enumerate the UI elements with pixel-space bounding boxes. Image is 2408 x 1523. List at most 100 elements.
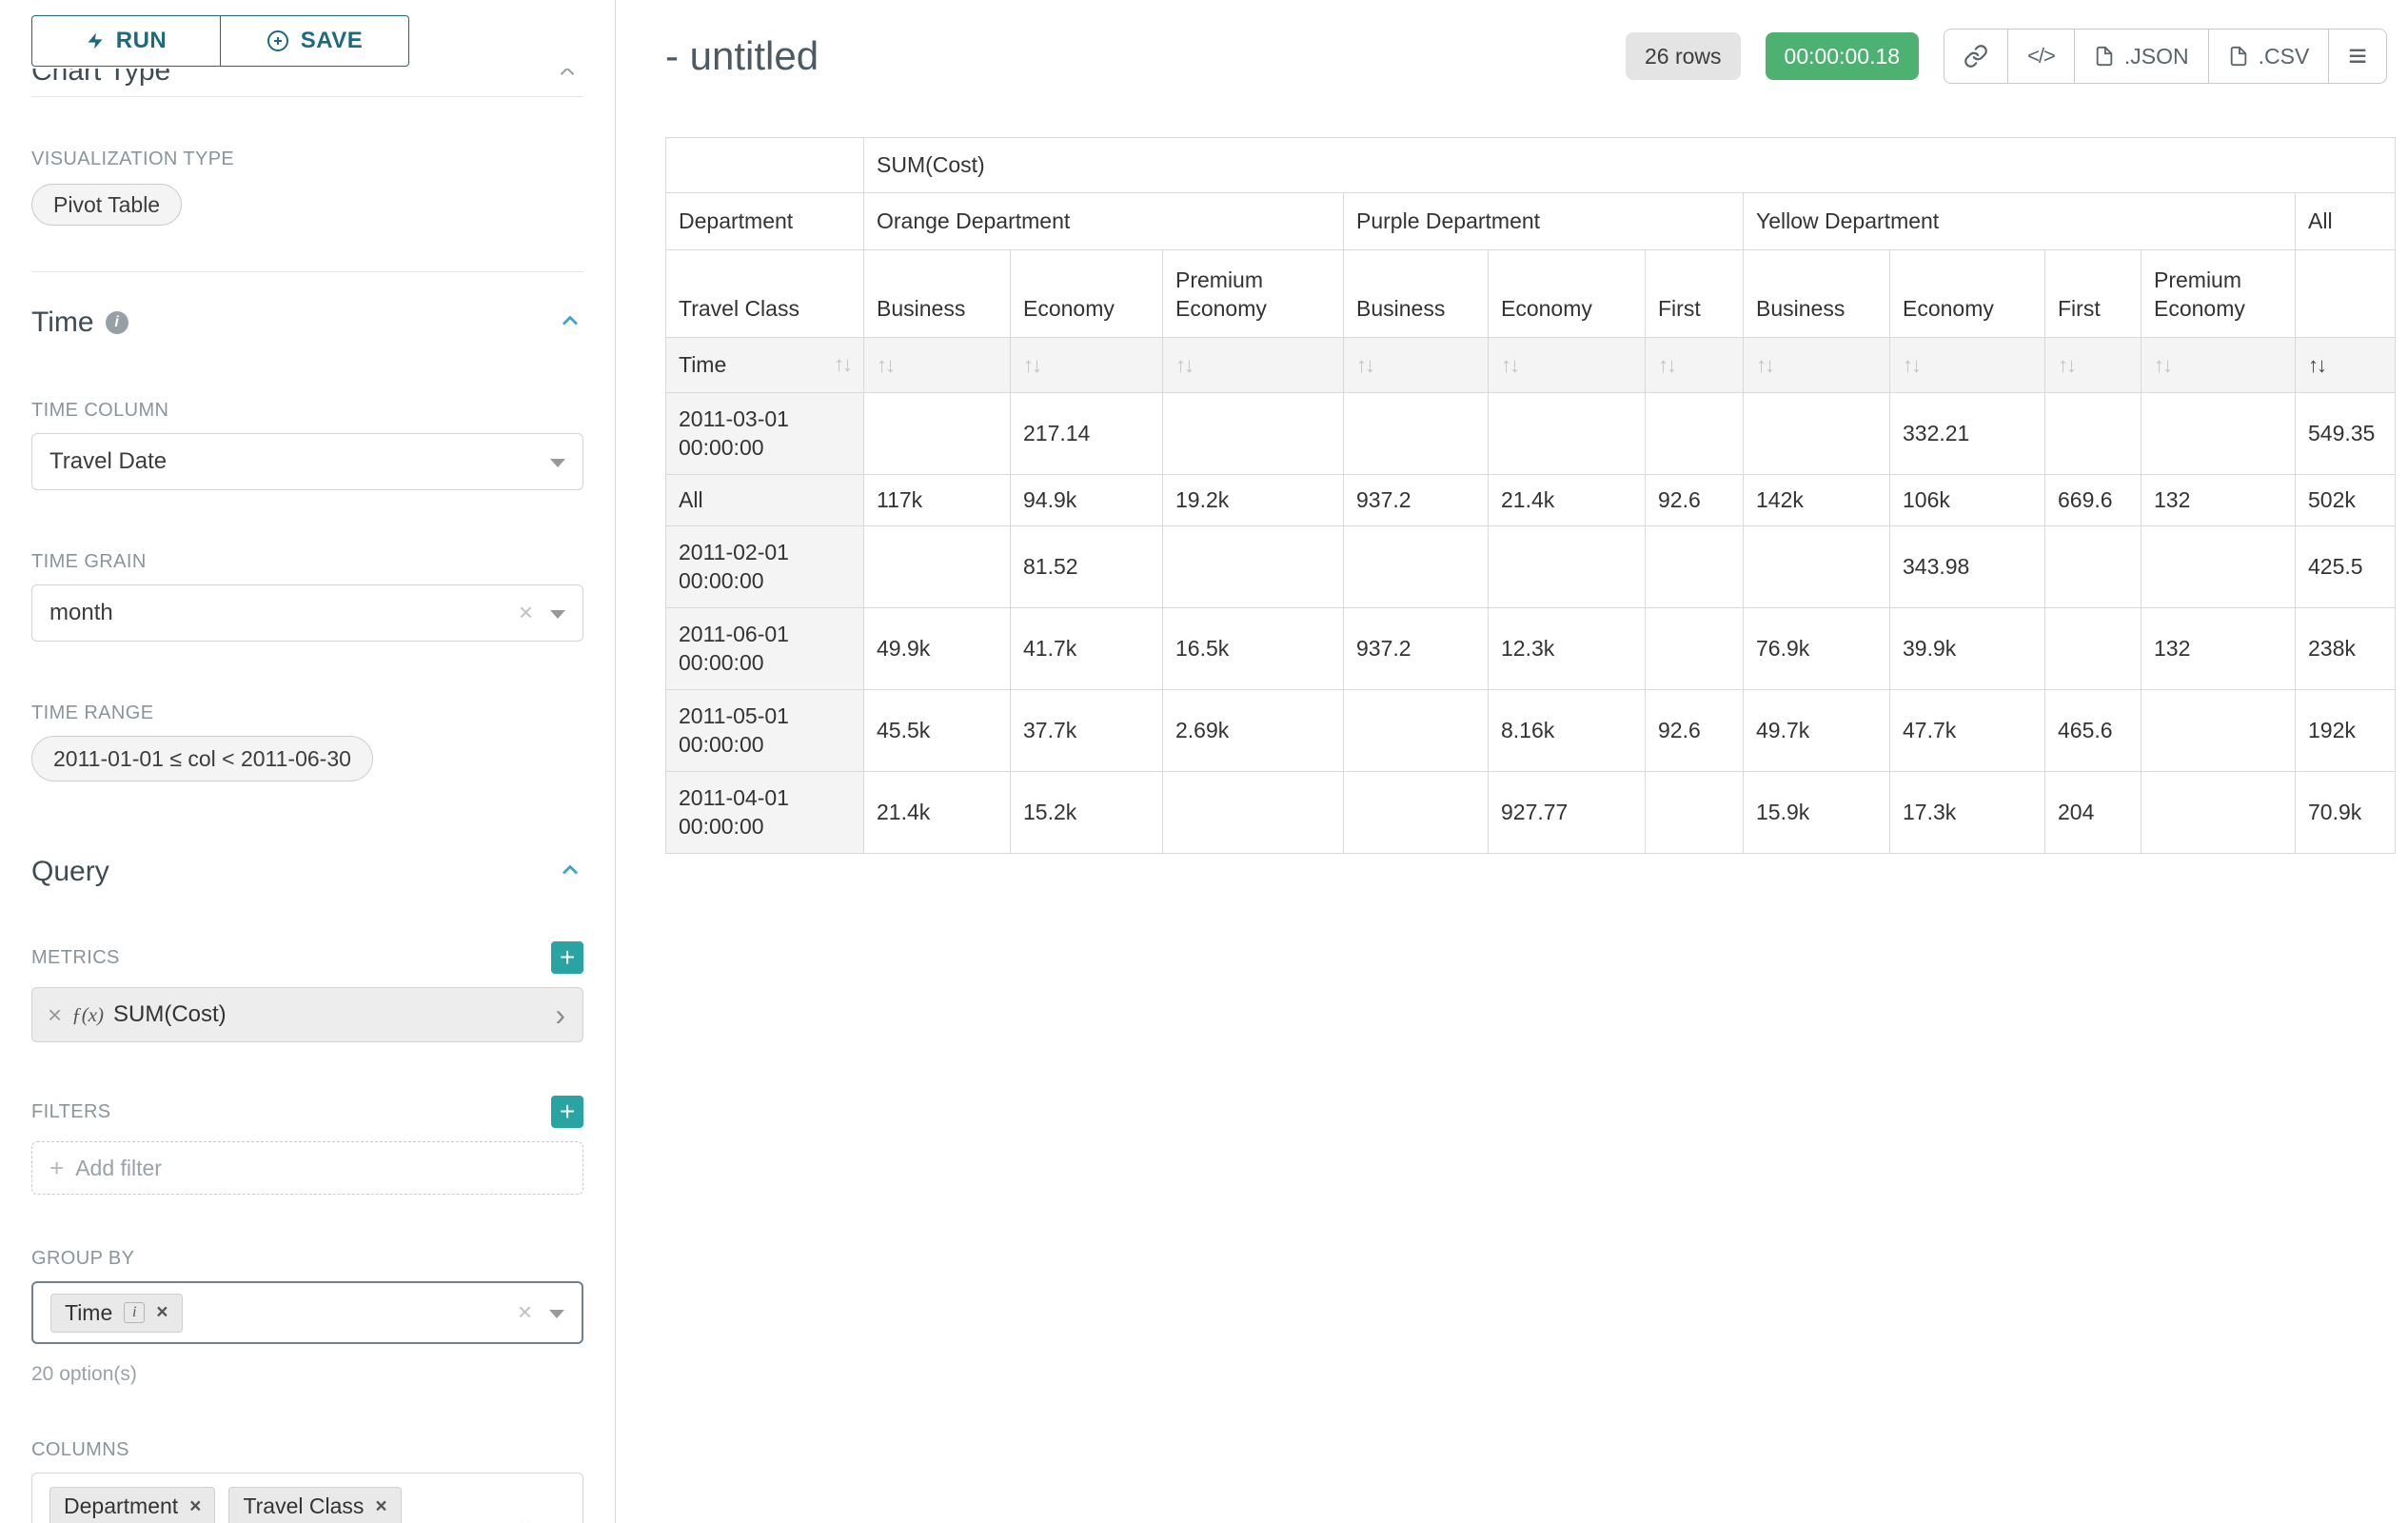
value-cell: 81.52 [1011,526,1163,608]
remove-metric-icon[interactable]: × [32,1000,71,1030]
columns-select[interactable]: Department × Travel Class × × [31,1473,583,1523]
clear-icon[interactable]: × [519,598,533,627]
value-cell [1489,393,1646,475]
value-cell [1163,526,1344,608]
sort-icon[interactable]: ↑↓ [1023,353,1040,377]
time-section-title: Time [31,307,94,339]
value-cell [2045,393,2142,475]
row-header-cell: 2011-05-01 00:00:00 [666,690,864,772]
travel-class-header: Economy [1890,250,2045,338]
chevron-right-icon[interactable]: › [538,998,582,1033]
chevron-up-icon[interactable] [557,857,583,888]
time-column-label: TIME COLUMN [31,400,583,422]
clear-icon[interactable]: × [518,1297,532,1327]
value-cell: 76.9k [1744,608,1890,690]
bolt-icon [86,30,105,52]
value-cell [1489,526,1646,608]
time-column-select[interactable]: Travel Date [31,433,583,490]
sort-icon[interactable]: ↑↓ [2308,353,2325,377]
collapse-chevron-icon[interactable] [555,69,580,89]
value-cell: 142k [1744,475,1890,526]
time-range-pill[interactable]: 2011-01-01 ≤ col < 2011-06-30 [31,736,373,781]
menu-button[interactable]: ≡ [2328,29,2387,84]
sort-icon[interactable]: ↑↓ [2058,353,2075,377]
value-cell [2142,772,2296,854]
query-timer-badge: 00:00:00.18 [1766,32,1920,80]
value-cell [1163,772,1344,854]
add-filter-label: Add filter [75,1156,162,1181]
value-cell: 8.16k [1489,690,1646,772]
columns-pill[interactable]: Travel Class × [228,1487,401,1523]
metric-label: SUM(Cost) [113,1001,227,1028]
chevron-up-icon[interactable] [557,307,583,339]
column-sort-cell: ↑↓ [1011,338,1163,393]
columns-pill[interactable]: Department × [49,1487,215,1523]
add-filter-button[interactable]: + [551,1096,583,1128]
sort-icon[interactable]: ↑↓ [1501,353,1518,377]
clear-icon[interactable]: × [519,1513,533,1523]
value-cell: 12.3k [1489,608,1646,690]
run-label: RUN [116,28,168,54]
time-grain-select[interactable]: month × [31,584,583,642]
column-sort-cell: ↑↓ [1163,338,1344,393]
value-cell: 2.69k [1163,690,1344,772]
group-by-value: Time [65,1300,112,1326]
sort-icon[interactable]: ↑↓ [1756,353,1773,377]
value-cell: 217.14 [1011,393,1163,475]
control-panel: RUN SAVE Chart Type VISUALIZATION TYPE P… [0,0,616,1523]
travel-class-header [2296,250,2396,338]
pivot-table: SUM(Cost)DepartmentOrange DepartmentPurp… [665,137,2396,854]
value-cell: 41.7k [1011,608,1163,690]
table-row: 2011-04-01 00:00:0021.4k15.2k927.7715.9k… [666,772,2396,854]
travel-class-header: Economy [1011,250,1163,338]
value-cell: 238k [2296,608,2396,690]
sort-icon[interactable]: ↑↓ [1658,353,1675,377]
metric-header-cell: SUM(Cost) [864,138,2396,193]
remove-tag-icon[interactable]: × [375,1495,386,1518]
save-button[interactable]: SAVE [220,15,409,67]
sort-icon[interactable]: ↑↓ [1356,353,1373,377]
sort-icon[interactable]: ↑↓ [1175,353,1193,377]
chevron-down-icon [549,1310,564,1318]
link-icon [1964,44,1988,69]
value-cell: 92.6 [1646,690,1744,772]
plus-icon: + [49,1154,64,1183]
metric-pill[interactable]: × ƒ(x) SUM(Cost) › [31,987,583,1042]
value-cell [864,526,1011,608]
column-sort-cell: ↑↓ [1890,338,2045,393]
value-cell: 92.6 [1646,475,1744,526]
remove-tag-icon[interactable]: × [189,1495,201,1518]
sort-icon[interactable]: ↑↓ [877,353,894,377]
add-metric-button[interactable]: + [551,941,583,974]
value-cell: 343.98 [1890,526,2045,608]
sort-icon[interactable]: ↑↓ [834,351,851,379]
value-cell [2045,608,2142,690]
time-range-label: TIME RANGE [31,702,583,724]
add-filter-dropzone[interactable]: + Add filter [31,1141,583,1195]
value-cell: 47.7k [1890,690,2045,772]
export-csv-button[interactable]: .CSV [2208,29,2330,84]
value-cell [2142,690,2296,772]
row-header-cell: 2011-02-01 00:00:00 [666,526,864,608]
run-button[interactable]: RUN [31,15,221,67]
viz-type-pill[interactable]: Pivot Table [31,184,182,226]
sort-icon[interactable]: ↑↓ [1903,353,1920,377]
value-cell: 937.2 [1344,608,1489,690]
save-label: SAVE [301,28,364,54]
travel-class-header: Premium Economy [1163,250,1344,338]
sort-icon[interactable]: ↑↓ [2154,353,2171,377]
value-cell: 21.4k [1489,475,1646,526]
export-json-button[interactable]: .JSON [2074,29,2209,84]
travel-class-header: Business [1344,250,1489,338]
share-link-button[interactable] [1944,29,2008,84]
export-json-label: .JSON [2124,44,2189,69]
info-icon: i [124,1302,145,1323]
group-by-select[interactable]: Time i × × [31,1281,583,1344]
view-query-button[interactable]: </> [2007,29,2075,84]
time-column-value: Travel Date [49,448,167,475]
value-cell [2142,393,2296,475]
value-cell [864,393,1011,475]
group-by-pill[interactable]: Time i × [50,1294,183,1333]
remove-tag-icon[interactable]: × [156,1301,168,1324]
table-row: 2011-02-01 00:00:0081.52343.98425.5 [666,526,2396,608]
